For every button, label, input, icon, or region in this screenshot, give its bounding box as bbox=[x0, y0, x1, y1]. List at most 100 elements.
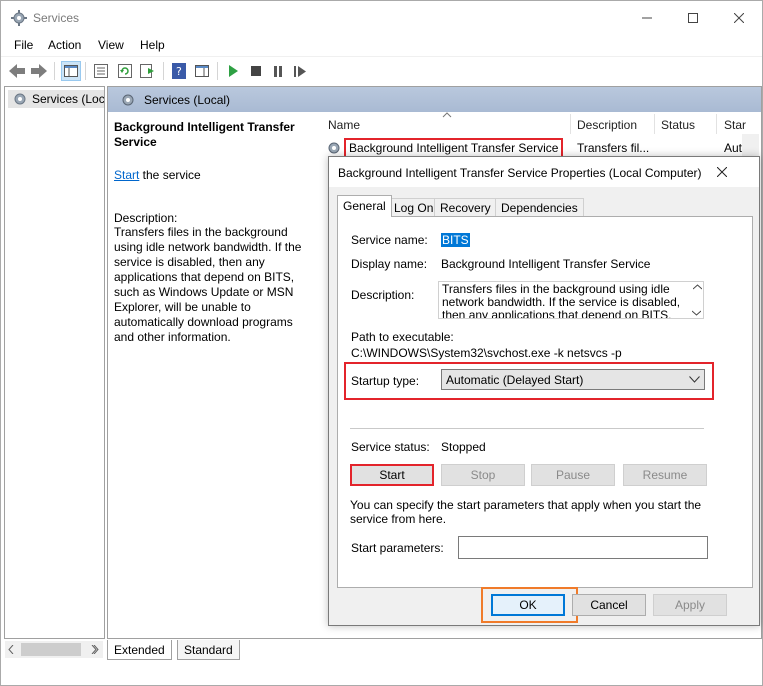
restart-service-button[interactable] bbox=[290, 61, 310, 81]
show-hide-action-pane-button[interactable] bbox=[192, 61, 212, 81]
service-status-label: Service status: bbox=[351, 440, 430, 454]
show-hide-console-tree-button[interactable] bbox=[61, 61, 81, 81]
section-divider bbox=[350, 428, 704, 429]
restart-icon bbox=[294, 65, 306, 77]
close-button[interactable] bbox=[716, 1, 762, 35]
toolbar-separator bbox=[85, 62, 86, 80]
maximize-button[interactable] bbox=[670, 1, 716, 35]
console-tree-icon bbox=[64, 65, 78, 77]
help-icon: ? bbox=[172, 63, 186, 79]
service-status-value: Stopped bbox=[441, 440, 486, 454]
service-name-label: Service name: bbox=[351, 233, 428, 247]
column-separator bbox=[716, 114, 717, 134]
description-scrollbar[interactable] bbox=[689, 282, 705, 318]
minimize-icon bbox=[642, 17, 652, 19]
startup-type-value: Automatic (Delayed Start) bbox=[446, 373, 584, 387]
menu-action[interactable]: Action bbox=[48, 38, 81, 52]
console-tree: Services (Local) bbox=[4, 86, 105, 639]
description-text: Transfers files in the background using … bbox=[442, 282, 681, 319]
menu-help[interactable]: Help bbox=[140, 38, 165, 52]
start-service-button[interactable] bbox=[223, 61, 243, 81]
chevron-left-icon bbox=[8, 645, 14, 654]
chevron-right-icon bbox=[91, 645, 97, 654]
column-header-name[interactable]: Name bbox=[328, 118, 360, 132]
stop-button[interactable]: Stop bbox=[441, 464, 525, 486]
pause-button[interactable]: Pause bbox=[531, 464, 615, 486]
description-label: Description: bbox=[351, 288, 415, 302]
start-suffix: the service bbox=[139, 168, 201, 182]
display-name-value[interactable]: Background Intelligent Transfer Service bbox=[441, 257, 650, 271]
selected-service-name: Background Intelligent Transfer Service bbox=[344, 138, 564, 158]
close-icon bbox=[717, 167, 727, 177]
apply-button[interactable]: Apply bbox=[653, 594, 727, 616]
export-list-button[interactable] bbox=[138, 61, 158, 81]
stop-service-button[interactable] bbox=[246, 61, 266, 81]
tree-item-services-local[interactable]: Services (Local) bbox=[8, 90, 104, 108]
start-params-input[interactable] bbox=[458, 536, 708, 559]
detail-service-title: Background Intelligent Transfer Service bbox=[114, 120, 295, 149]
properties-button[interactable] bbox=[91, 61, 111, 81]
back-button[interactable] bbox=[7, 61, 27, 81]
detail-description-heading: Description: bbox=[114, 211, 178, 225]
gear-icon bbox=[14, 93, 26, 105]
tab-standard[interactable]: Standard bbox=[177, 640, 240, 660]
sort-ascending-icon bbox=[442, 112, 452, 118]
stop-icon bbox=[251, 66, 261, 76]
service-name-value[interactable]: BITS bbox=[441, 233, 470, 247]
display-name-label: Display name: bbox=[351, 257, 428, 271]
tab-extended[interactable]: Extended bbox=[107, 640, 172, 660]
refresh-button[interactable] bbox=[115, 61, 135, 81]
toolbar-separator bbox=[217, 62, 218, 80]
column-header-description[interactable]: Description bbox=[577, 118, 637, 132]
gear-icon bbox=[122, 94, 134, 106]
arrow-right-icon bbox=[31, 64, 47, 78]
ok-button[interactable]: OK bbox=[491, 594, 565, 616]
properties-icon bbox=[94, 64, 108, 78]
export-icon bbox=[140, 64, 154, 78]
column-header-startup-type[interactable]: Star bbox=[724, 118, 746, 132]
pause-icon bbox=[274, 65, 282, 77]
tab-dependencies[interactable]: Dependencies bbox=[495, 198, 584, 217]
dialog-close-button[interactable] bbox=[711, 161, 733, 183]
svg-text:?: ? bbox=[176, 65, 182, 78]
forward-button[interactable] bbox=[29, 61, 49, 81]
services-window: Services File Action View Help ? Service… bbox=[0, 0, 763, 686]
column-header-status[interactable]: Status bbox=[661, 118, 695, 132]
cancel-button[interactable]: Cancel bbox=[572, 594, 646, 616]
content-header-title: Services (Local) bbox=[144, 93, 231, 107]
scroll-thumb[interactable] bbox=[21, 643, 81, 656]
chevron-up-icon bbox=[692, 284, 702, 290]
title-bar: Services bbox=[1, 1, 762, 35]
description-textbox[interactable]: Transfers files in the background using … bbox=[438, 281, 704, 319]
startup-type-select[interactable]: Automatic (Delayed Start) bbox=[441, 369, 705, 390]
start-button[interactable]: Start bbox=[350, 464, 434, 486]
tab-recovery[interactable]: Recovery bbox=[434, 198, 497, 217]
column-separator bbox=[654, 114, 655, 134]
tab-log-on[interactable]: Log On bbox=[388, 198, 440, 217]
service-name-text: BITS bbox=[441, 233, 470, 247]
refresh-icon bbox=[118, 64, 132, 78]
column-separator bbox=[570, 114, 571, 134]
path-value[interactable]: C:\WINDOWS\System32\svchost.exe -k netsv… bbox=[351, 346, 622, 360]
minimize-button[interactable] bbox=[624, 1, 670, 35]
tree-horizontal-scrollbar[interactable] bbox=[5, 641, 103, 658]
gear-icon bbox=[328, 142, 340, 154]
resume-button[interactable]: Resume bbox=[623, 464, 707, 486]
play-icon bbox=[229, 65, 238, 77]
tree-item-label: Services (Local) bbox=[32, 92, 104, 106]
toolbar: ? bbox=[1, 56, 762, 84]
action-pane-icon bbox=[195, 65, 209, 77]
service-detail-panel: Background Intelligent Transfer Service … bbox=[114, 120, 306, 345]
menu-bar: File Action View Help bbox=[1, 35, 762, 55]
help-button[interactable]: ? bbox=[169, 61, 189, 81]
tab-general[interactable]: General bbox=[337, 195, 392, 217]
start-params-hint: You can specify the start parameters tha… bbox=[350, 498, 702, 526]
detail-start-line: Start the service bbox=[114, 168, 306, 182]
menu-view[interactable]: View bbox=[98, 38, 124, 52]
start-params-label: Start parameters: bbox=[351, 541, 444, 555]
pause-service-button[interactable] bbox=[268, 61, 288, 81]
detail-description: Transfers files in the background using … bbox=[114, 225, 302, 344]
start-service-link[interactable]: Start bbox=[114, 168, 139, 182]
path-label: Path to executable: bbox=[351, 330, 454, 344]
menu-file[interactable]: File bbox=[14, 38, 33, 52]
